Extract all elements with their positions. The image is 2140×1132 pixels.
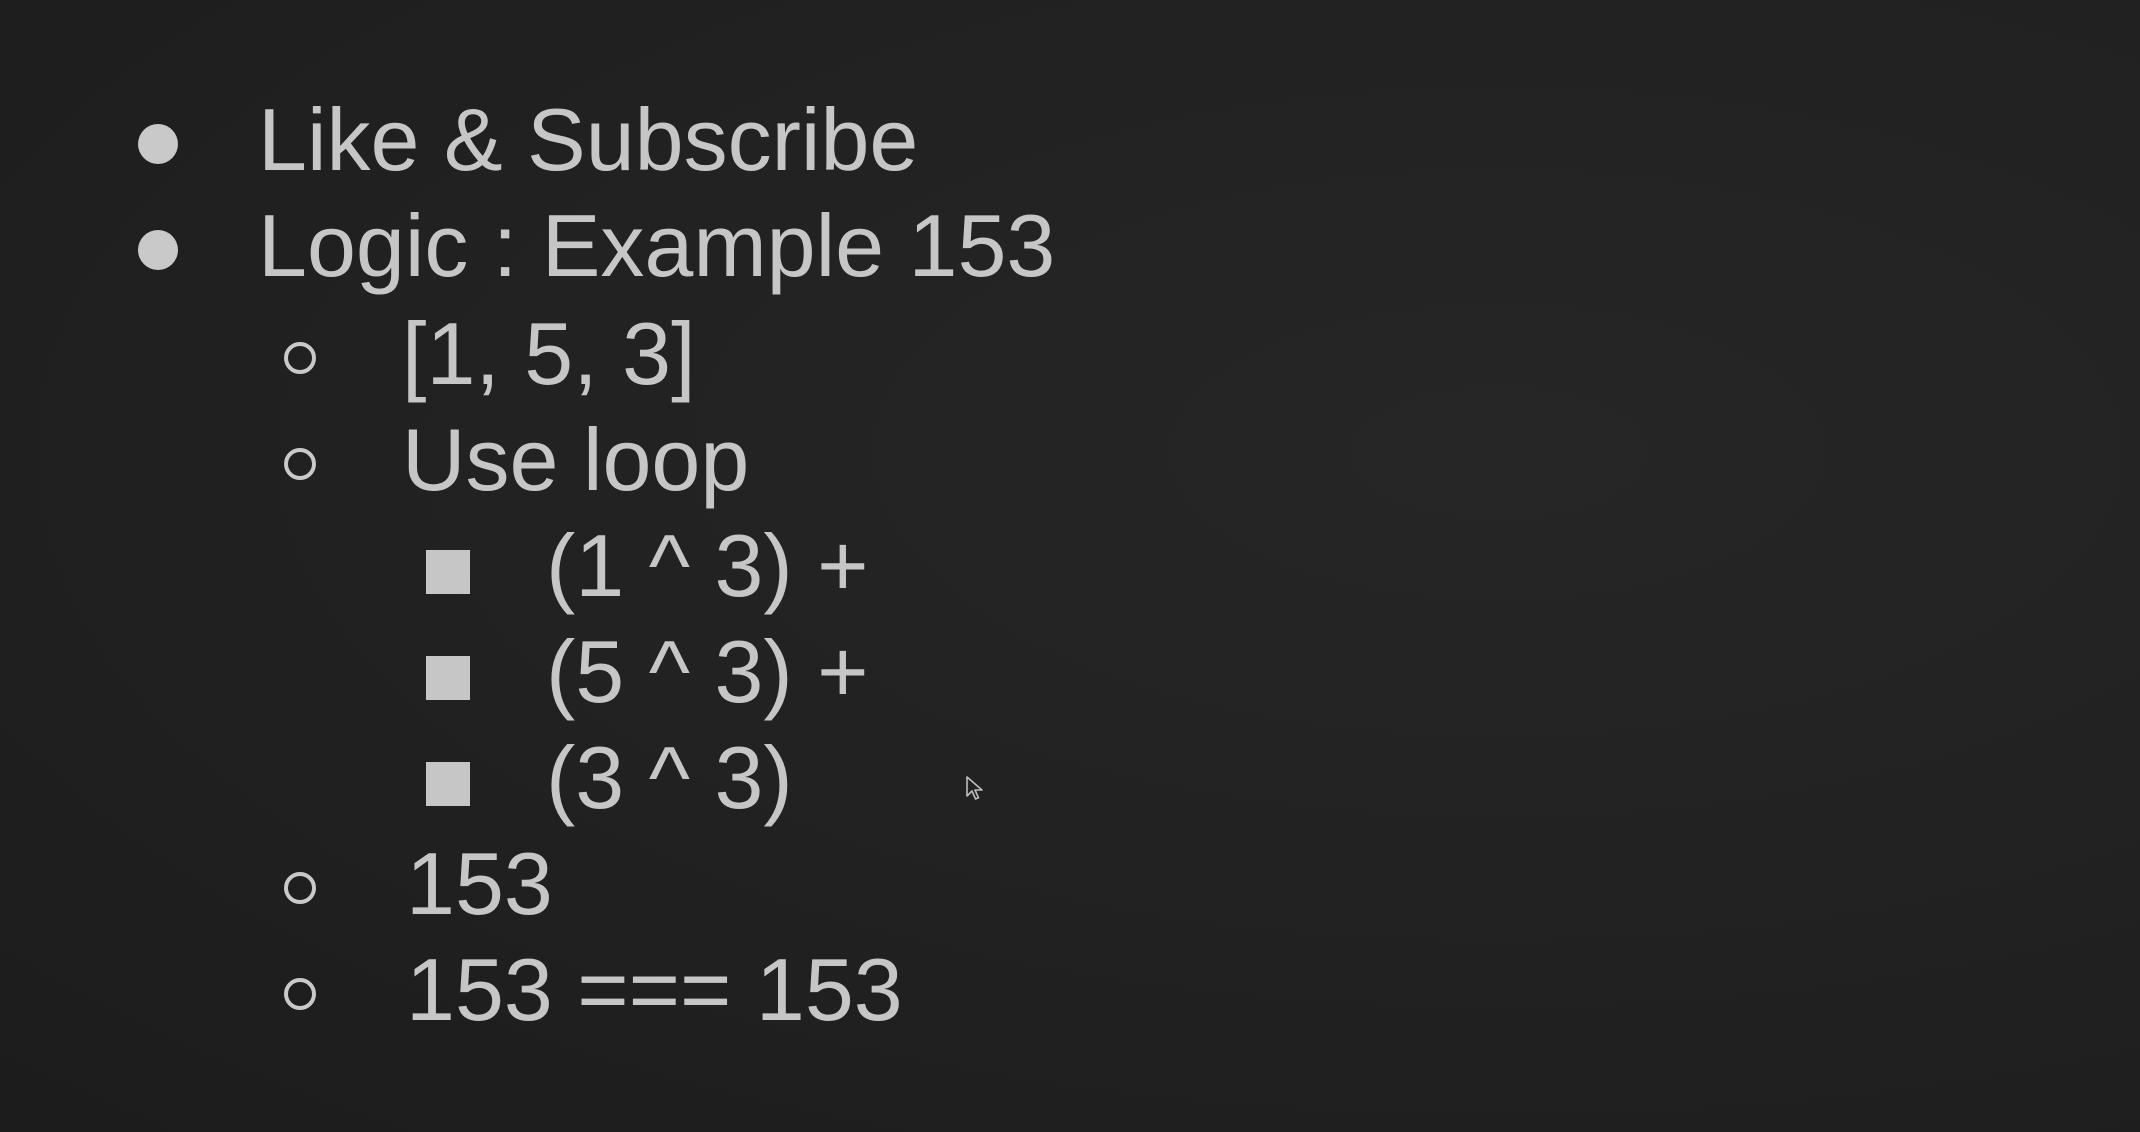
circle-bullet-icon [284,448,316,480]
circle-bullet-icon [284,342,316,374]
circle-bullet-icon [284,978,316,1010]
presentation-slide: Like & Subscribe Logic : Example 153 [1,… [0,0,2140,1132]
list-item-text: Logic : Example 153 [258,196,1056,295]
square-bullet-icon [426,550,470,594]
square-bullet-icon [426,656,470,700]
square-bullet-icon [426,762,470,806]
disc-bullet-icon [138,124,178,164]
list-item-text: 153 [406,834,553,933]
list-item-text: Use loop [402,410,750,509]
list-item-text: Like & Subscribe [258,90,919,189]
list-item-text: [1, 5, 3] [402,304,696,403]
list-item-text: (3 ^ 3) [546,728,793,827]
circle-bullet-icon [284,872,316,904]
list-item-text: (5 ^ 3) + [546,622,869,721]
disc-bullet-icon [138,230,178,270]
mouse-pointer-icon [966,776,983,800]
list-item-text: (1 ^ 3) + [546,516,869,615]
list-item-text: 153 === 153 [406,940,903,1039]
